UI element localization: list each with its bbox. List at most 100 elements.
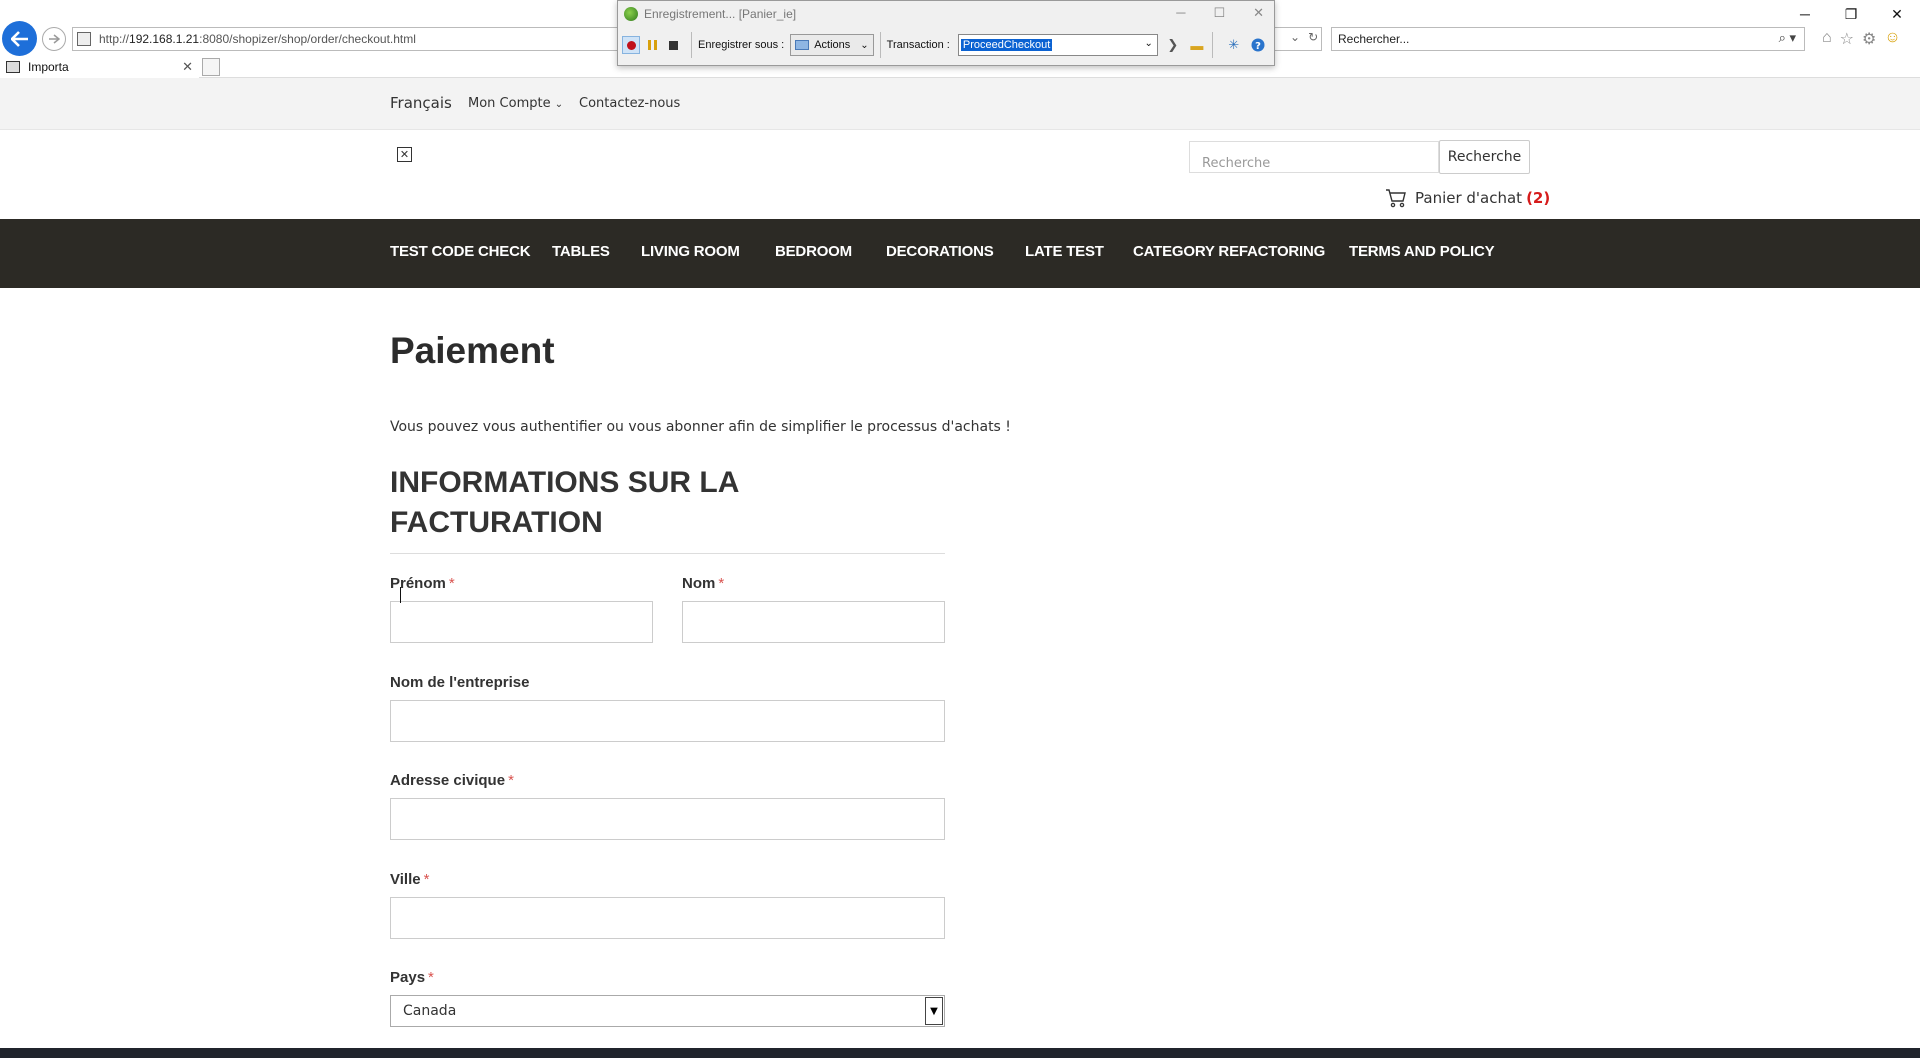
browser-search-placeholder: Rechercher... — [1338, 32, 1410, 46]
required-marker: * — [718, 575, 725, 592]
recorder-close-button[interactable]: ✕ — [1253, 5, 1264, 21]
last-name-input[interactable] — [682, 601, 945, 643]
save-as-label: Enregistrer sous : — [698, 39, 785, 51]
svg-text:?: ? — [1255, 41, 1261, 52]
recorder-toolbar: Enregistrer sous : Actions ⌄ Transaction… — [618, 27, 1274, 63]
star-icon[interactable]: ☆ — [1840, 29, 1854, 49]
open-folder-icon[interactable]: ▬ — [1188, 36, 1206, 54]
transaction-combobox[interactable]: ProceedCheckout ⌄ — [957, 34, 1158, 56]
toolbar-divider — [1211, 32, 1213, 58]
tab-title: Importa — [28, 60, 69, 74]
category-navbar: TEST CODE CHECK TABLES LIVING ROOM BEDRO… — [0, 219, 1920, 288]
transaction-label: Transaction : — [886, 39, 950, 51]
address-label: Adresse civique * — [390, 772, 514, 789]
nav-bedroom[interactable]: BEDROOM — [775, 243, 852, 260]
refresh-icon[interactable]: ↻ — [1308, 30, 1318, 44]
city-label: Ville * — [390, 871, 429, 888]
nav-decorations[interactable]: DECORATIONS — [886, 243, 994, 260]
close-icon[interactable]: ✕ — [182, 59, 193, 75]
section-divider — [390, 553, 945, 554]
actions-dropdown[interactable]: Actions ⌄ — [790, 34, 874, 56]
cart-link[interactable]: Panier d'achat (2) — [1385, 188, 1550, 208]
last-name-label: Nom * — [682, 575, 724, 592]
address-label-text: Adresse civique — [390, 772, 506, 789]
forward-button[interactable] — [42, 27, 66, 51]
browser-right-tools: ⌂ ☆ ⚙ ☺ — [1822, 29, 1901, 49]
cart-label: Panier d'achat — [1415, 189, 1523, 207]
country-label: Pays * — [390, 969, 434, 986]
actions-label: Actions — [814, 39, 851, 51]
tab-favicon — [6, 61, 20, 73]
minimize-button[interactable]: ─ — [1782, 0, 1828, 28]
search-icon[interactable]: ⌕ ▾ — [1779, 30, 1796, 46]
toolbar-divider — [691, 32, 692, 58]
browser-search-input[interactable]: Rechercher... ⌕ ▾ — [1331, 27, 1805, 51]
recorder-title-bar: Enregistrement... [Panier_ie] ─ ☐ ✕ — [618, 1, 1274, 27]
recorder-title: Enregistrement... [Panier_ie] — [644, 7, 797, 21]
restore-button[interactable]: ❐ — [1828, 0, 1874, 28]
cart-icon — [1386, 189, 1406, 208]
address-input[interactable] — [390, 798, 945, 840]
country-label-text: Pays — [390, 969, 426, 986]
nav-late-test[interactable]: LATE TEST — [1025, 243, 1104, 260]
recorder-maximize-button[interactable]: ☐ — [1213, 5, 1225, 21]
country-value: Canada — [403, 1003, 457, 1019]
checkout-intro: Vous pouvez vous authentifier ou vous ab… — [390, 419, 1011, 435]
pause-icon — [647, 40, 657, 50]
os-taskbar — [0, 1048, 1920, 1058]
nav-terms-and-policy[interactable]: TERMS AND POLICY — [1349, 243, 1495, 260]
company-input[interactable] — [390, 700, 945, 742]
text-cursor — [400, 587, 401, 603]
nav-test-code-check[interactable]: TEST CODE CHECK — [390, 243, 531, 260]
record-button[interactable] — [622, 36, 640, 54]
site-search-button[interactable]: Recherche — [1439, 140, 1530, 174]
play-arrow-icon[interactable]: ❯ — [1164, 36, 1182, 54]
stop-icon — [668, 40, 678, 50]
page-title: Paiement — [390, 330, 555, 371]
folder-icon — [795, 40, 810, 50]
broken-logo-icon[interactable]: ✕ — [397, 147, 412, 162]
language-link[interactable]: Français — [390, 94, 452, 112]
nav-tables[interactable]: TABLES — [552, 243, 610, 260]
dropdown-icon[interactable]: ⌄ — [1290, 30, 1300, 44]
site-header — [0, 130, 1920, 219]
recorder-minimize-button[interactable]: ─ — [1176, 5, 1185, 21]
recorder-window-controls: ─ ☐ ✕ — [1176, 5, 1264, 21]
last-name-label-text: Nom — [682, 575, 716, 592]
recorder-window: Enregistrement... [Panier_ie] ─ ☐ ✕ Enre… — [617, 0, 1275, 66]
url-rest: :8080/shopizer/shop/order/checkout.html — [199, 32, 416, 46]
city-input[interactable] — [390, 897, 945, 939]
help-icon[interactable]: ? — [1249, 36, 1267, 54]
address-tools: ⌄ ↻ — [1290, 30, 1318, 44]
new-tab-button[interactable] — [202, 58, 220, 76]
first-name-input[interactable] — [390, 601, 653, 643]
pause-button[interactable] — [643, 36, 661, 54]
arrow-left-icon — [10, 30, 28, 47]
stop-button[interactable] — [664, 36, 682, 54]
gear-icon[interactable]: ⚙ — [1862, 29, 1876, 49]
nav-category-refactoring[interactable]: CATEGORY REFACTORING — [1133, 243, 1325, 260]
recorder-logo-icon — [624, 7, 638, 21]
site-search-input[interactable]: Recherche — [1189, 141, 1439, 173]
city-label-text: Ville — [390, 871, 421, 888]
browser-tab[interactable]: Importa ✕ — [0, 56, 199, 78]
record-icon — [626, 40, 636, 50]
back-button[interactable] — [2, 21, 37, 56]
account-menu[interactable]: Mon Compte ⌄ — [468, 96, 563, 111]
smiley-icon[interactable]: ☺ — [1884, 29, 1900, 49]
required-marker: * — [448, 575, 455, 592]
collapse-icon[interactable]: ✳ — [1225, 36, 1243, 54]
first-name-label-text: Prénom — [390, 575, 446, 592]
close-button[interactable]: ✕ — [1874, 0, 1920, 28]
site-top-strip: Français Mon Compte ⌄ Contactez-nous — [0, 78, 1920, 130]
url-prefix: http:// — [99, 32, 130, 46]
home-icon[interactable]: ⌂ — [1822, 29, 1832, 49]
nav-living-room[interactable]: LIVING ROOM — [641, 243, 740, 260]
contact-link[interactable]: Contactez-nous — [579, 96, 680, 111]
country-select[interactable]: Canada ▼ — [390, 995, 945, 1027]
chevron-down-icon[interactable]: ⌄ — [1144, 38, 1152, 49]
chevron-down-icon[interactable]: ▼ — [925, 997, 943, 1025]
arrow-right-icon — [49, 34, 60, 44]
chevron-down-icon: ⌄ — [860, 39, 869, 51]
required-marker: * — [423, 871, 430, 888]
